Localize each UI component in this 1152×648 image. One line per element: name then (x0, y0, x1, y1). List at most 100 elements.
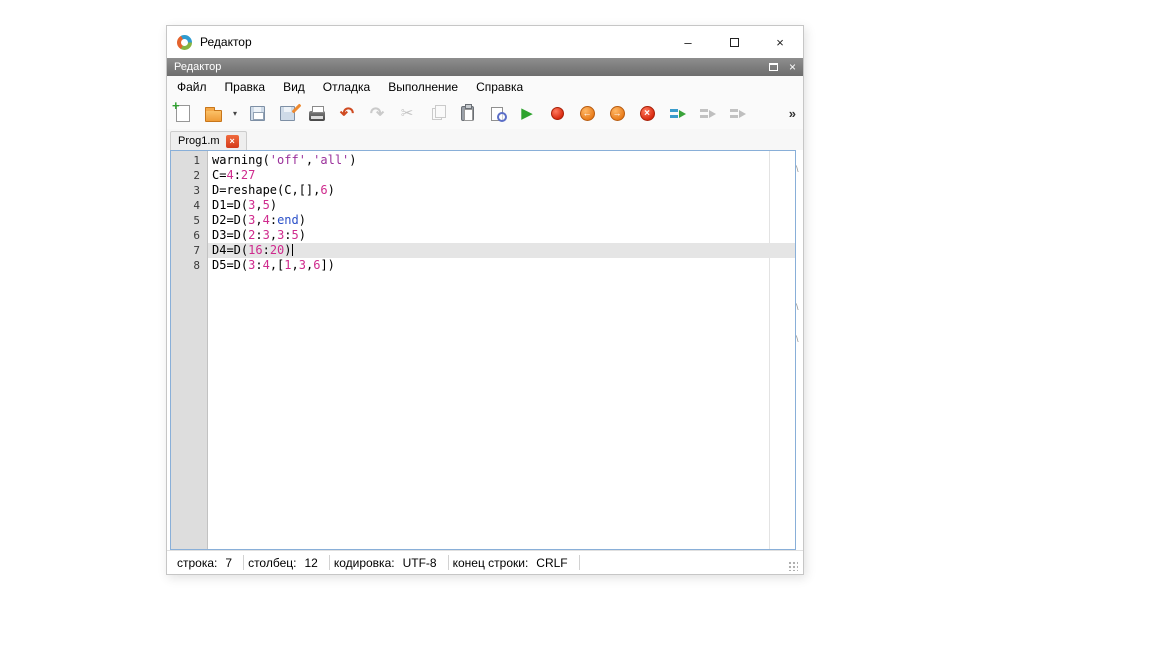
menu-item-run[interactable]: Выполнение (379, 77, 467, 97)
code-line-5[interactable]: D2=D(3,4:end) (208, 213, 795, 228)
toolbar: ▾ ↶ ↷ ✂ ▶ ← → × » (167, 98, 803, 129)
step-out-icon (729, 107, 746, 121)
maximize-button[interactable] (711, 26, 757, 58)
octave-logo-icon (177, 35, 192, 50)
status-line-value: 7 (225, 556, 232, 570)
tab-bar: Prog1.m × (167, 129, 803, 150)
code-line-1[interactable]: warning('off','all') (208, 153, 795, 168)
print-button[interactable] (304, 101, 330, 127)
status-bar: строка:7столбец:12кодировка:UTF-8конец с… (167, 550, 803, 574)
tab-close-button[interactable]: × (226, 135, 239, 148)
code-line-3[interactable]: D=reshape(C,[],6) (208, 183, 795, 198)
code-line-2[interactable]: C=4:27 (208, 168, 795, 183)
panel-titlebar[interactable]: Редактор × (167, 58, 803, 76)
remove-breakpoints-icon: × (640, 106, 655, 121)
menu-item-file[interactable]: Файл (168, 77, 216, 97)
run-icon: ▶ (521, 106, 533, 121)
undo-button[interactable]: ↶ (334, 101, 360, 127)
panel-close-button[interactable]: × (789, 61, 796, 73)
annotation-strip: \ \ \ (796, 150, 803, 550)
open-file-dropdown-button[interactable]: ▾ (230, 101, 240, 127)
open-file-dropdown-icon: ▾ (233, 110, 237, 118)
line-number-2: 2 (171, 168, 200, 183)
line-number-7: 7 (171, 243, 200, 258)
editor-window: Редактор – × Редактор × ФайлПравкаВидОтл… (166, 25, 804, 575)
editor-pane[interactable]: 12345678 warning('off','all')C=4:27D=res… (170, 150, 796, 550)
status-encoding-value: UTF-8 (403, 556, 437, 570)
status-encoding: кодировка:UTF-8 (330, 555, 449, 570)
save-as-icon (280, 106, 295, 121)
run-button[interactable]: ▶ (514, 101, 540, 127)
status-eol-value: CRLF (536, 556, 567, 570)
status-cells: строка:7столбец:12кодировка:UTF-8конец с… (173, 551, 788, 574)
new-file-icon (176, 105, 190, 122)
save-button[interactable] (244, 101, 270, 127)
menu-item-help[interactable]: Справка (467, 77, 532, 97)
cut-button: ✂ (394, 101, 420, 127)
line-number-5: 5 (171, 213, 200, 228)
redo-button: ↷ (364, 101, 390, 127)
status-eol-label: конец строки: (453, 556, 529, 570)
annotation-mark: \ (796, 302, 799, 312)
find-button[interactable] (484, 101, 510, 127)
panel-controls: × (769, 61, 796, 73)
line-number-8: 8 (171, 258, 200, 273)
window-controls: – × (665, 26, 803, 58)
menu-item-debug[interactable]: Отладка (314, 77, 379, 97)
close-button[interactable]: × (757, 26, 803, 58)
editor-gutter: 12345678 (171, 151, 208, 549)
redo-icon: ↷ (370, 105, 384, 122)
status-column-value: 12 (304, 556, 317, 570)
step-in-icon (699, 107, 716, 121)
annotation-mark: \ (796, 164, 799, 174)
status-line: строка:7 (173, 555, 244, 570)
prev-breakpoint-icon: ← (580, 106, 595, 121)
line-number-6: 6 (171, 228, 200, 243)
remove-breakpoints-button[interactable]: × (634, 101, 660, 127)
copy-icon (432, 108, 442, 120)
editor-main: 12345678 warning('off','all')C=4:27D=res… (167, 150, 803, 550)
new-file-button[interactable] (170, 101, 196, 127)
toggle-breakpoint-icon (551, 107, 564, 120)
panel-title: Редактор (174, 61, 221, 73)
undo-icon: ↶ (340, 105, 354, 122)
status-eol: конец строки: CRLF (449, 555, 580, 570)
resize-grip[interactable] (788, 561, 798, 571)
code-line-8[interactable]: D5=D(3:4,[1,3,6]) (208, 258, 795, 273)
line-number-3: 3 (171, 183, 200, 198)
toggle-breakpoint-button[interactable] (544, 101, 570, 127)
maximize-icon (730, 38, 739, 47)
code-line-4[interactable]: D1=D(3,5) (208, 198, 795, 213)
status-column: столбец: 12 (244, 555, 330, 570)
find-icon (491, 107, 503, 121)
tab-label: Prog1.m (178, 135, 220, 147)
print-icon (309, 111, 325, 121)
save-as-button[interactable] (274, 101, 300, 127)
open-file-button[interactable] (200, 101, 226, 127)
undock-icon[interactable] (769, 63, 778, 71)
open-file-icon (205, 110, 222, 122)
next-breakpoint-icon: → (610, 106, 625, 121)
step-in-button (694, 101, 720, 127)
step-button[interactable] (664, 101, 690, 127)
menu-item-edit[interactable]: Правка (216, 77, 275, 97)
text-cursor (292, 244, 293, 256)
prev-breakpoint-button[interactable]: ← (574, 101, 600, 127)
paste-button[interactable] (454, 101, 480, 127)
paste-icon (461, 106, 474, 121)
menu-item-view[interactable]: Вид (274, 77, 314, 97)
toolbar-overflow-button[interactable]: » (785, 106, 800, 121)
step-out-button (724, 101, 750, 127)
window-titlebar[interactable]: Редактор – × (167, 26, 803, 58)
code-line-6[interactable]: D3=D(2:3,3:5) (208, 228, 795, 243)
status-column-label: столбец: (248, 556, 296, 570)
tab-prog1[interactable]: Prog1.m × (170, 131, 247, 150)
save-icon (250, 106, 265, 121)
next-breakpoint-button[interactable]: → (604, 101, 630, 127)
window-title: Редактор (200, 35, 252, 49)
code-line-7[interactable]: D4=D(16:20) (208, 243, 795, 258)
editor-code[interactable]: warning('off','all')C=4:27D=reshape(C,[]… (208, 151, 795, 549)
minimize-button[interactable]: – (665, 26, 711, 58)
cut-icon: ✂ (401, 106, 414, 121)
menu-bar: ФайлПравкаВидОтладкаВыполнениеСправка (167, 76, 803, 98)
